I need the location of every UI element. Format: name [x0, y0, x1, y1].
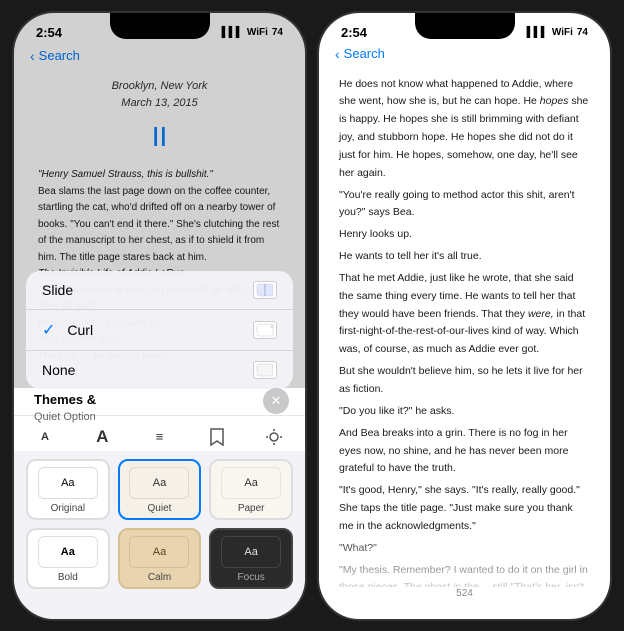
transition-curl[interactable]: ✓ Curl: [26, 310, 293, 351]
brightness-icon: [265, 428, 283, 446]
back-chevron-right: ‹: [335, 46, 340, 62]
left-phone: 2:54 ▌▌▌ WiFi 74 ‹ Search Brooklyn, New …: [12, 11, 307, 621]
quiet-label: Quiet: [148, 503, 172, 514]
focus-label: Focus: [238, 572, 265, 583]
right-reading-content: He does not know what happened to Addie,…: [319, 66, 610, 587]
transition-panel: Slide ✓ Curl N: [26, 271, 293, 389]
bookmark-button[interactable]: [202, 422, 232, 452]
bookmark-icon: [208, 427, 226, 447]
original-label: Original: [51, 503, 85, 514]
none-icon: [253, 361, 277, 379]
original-preview: Aa: [38, 467, 98, 499]
curl-icon: [253, 321, 277, 339]
checkmark-icon: ✓: [42, 320, 55, 340]
left-screen: 2:54 ▌▌▌ WiFi 74 ‹ Search Brooklyn, New …: [14, 13, 305, 619]
theme-quiet[interactable]: Aa Quiet: [118, 459, 202, 520]
list-icon: ≡: [156, 429, 164, 444]
bold-preview: Aa: [38, 536, 98, 568]
fade-bottom: [319, 529, 610, 589]
theme-original[interactable]: Aa Original: [26, 459, 110, 520]
themes-label-text: Themes &: [34, 392, 96, 407]
calm-preview: Aa: [129, 536, 189, 568]
signal-icon-right: ▌▌▌: [527, 27, 548, 38]
battery-icon-right: 74: [577, 27, 588, 38]
back-label-right[interactable]: Search: [344, 46, 385, 61]
status-bar-right: 2:54 ▌▌▌ WiFi 74: [319, 13, 610, 44]
calm-label: Calm: [148, 572, 171, 583]
curl-label: Curl: [67, 322, 93, 338]
quiet-preview: Aa: [129, 467, 189, 499]
focus-preview: Aa: [221, 536, 281, 568]
time-right: 2:54: [341, 25, 367, 40]
slide-label: Slide: [42, 282, 73, 298]
curl-label-group: ✓ Curl: [42, 320, 93, 340]
status-icons-right: ▌▌▌ WiFi 74: [527, 27, 588, 38]
transition-slide[interactable]: Slide: [26, 271, 293, 310]
paper-preview: Aa: [221, 467, 281, 499]
right-phone: 2:54 ▌▌▌ WiFi 74 ‹ Search He does not kn…: [317, 11, 612, 621]
transition-none[interactable]: None: [26, 351, 293, 389]
themes-grid: Aa Original Aa Quiet Aa Paper Aa Bold Aa: [14, 451, 305, 619]
wifi-icon-right: WiFi: [552, 27, 573, 38]
theme-focus[interactable]: Aa Focus: [209, 528, 293, 589]
bold-label: Bold: [58, 572, 78, 583]
theme-bold[interactable]: Aa Bold: [26, 528, 110, 589]
brightness-button[interactable]: [259, 422, 289, 452]
close-button[interactable]: ✕: [263, 388, 289, 414]
font-small-button[interactable]: A: [30, 422, 60, 452]
nav-bar-right[interactable]: ‹ Search: [319, 44, 610, 66]
theme-paper[interactable]: Aa Paper: [209, 459, 293, 520]
theme-calm[interactable]: Aa Calm: [118, 528, 202, 589]
none-label-group: None: [42, 362, 75, 378]
page-number: 524: [456, 588, 473, 599]
font-large-button[interactable]: A: [87, 422, 117, 452]
themes-section-label: Themes &: [34, 392, 96, 407]
none-label: None: [42, 362, 75, 378]
list-view-button[interactable]: ≡: [145, 422, 175, 452]
paper-label: Paper: [238, 503, 265, 514]
right-screen: 2:54 ▌▌▌ WiFi 74 ‹ Search He does not kn…: [319, 13, 610, 619]
slide-label-group: Slide: [42, 282, 73, 298]
slide-icon: [253, 281, 277, 299]
